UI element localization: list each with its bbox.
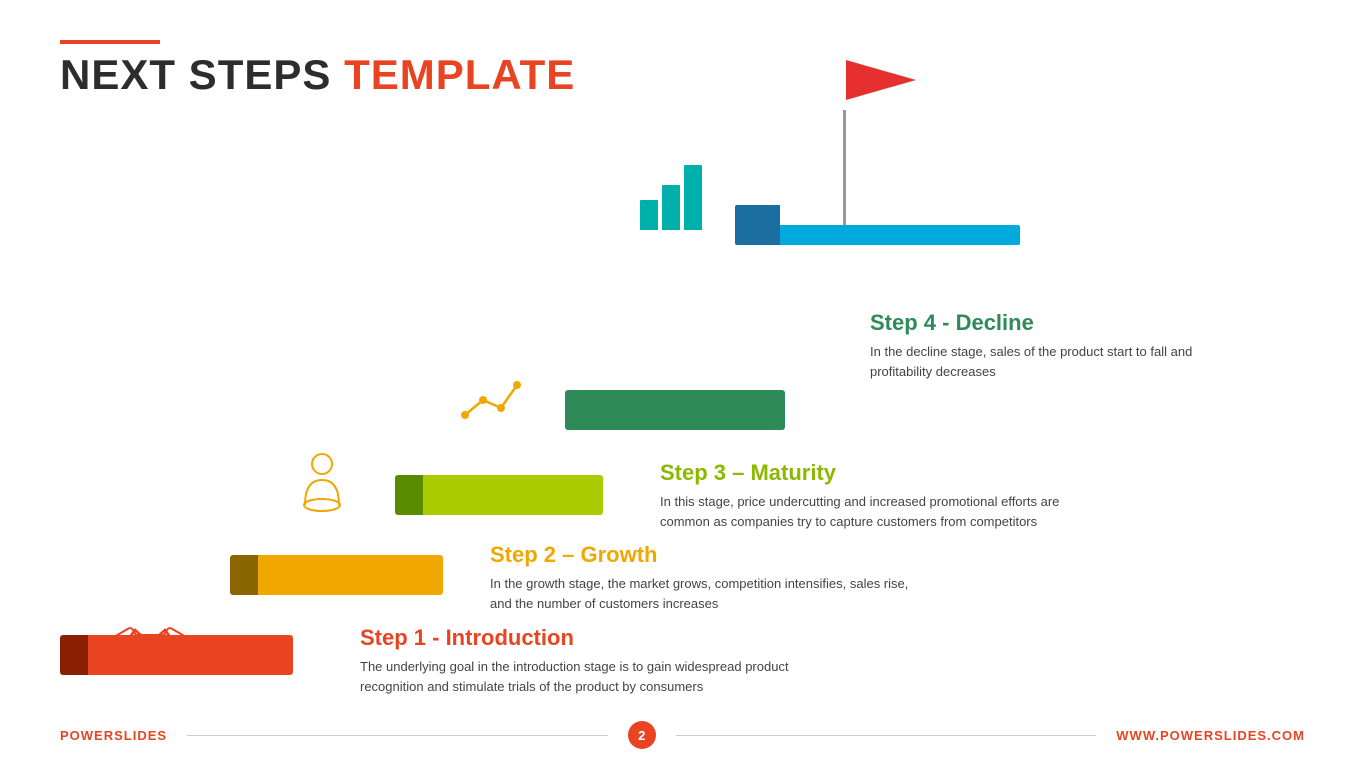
brand-black: POWER — [60, 728, 114, 743]
step2-bar-accent — [230, 555, 258, 595]
flag-icon — [846, 60, 926, 120]
podium-main — [780, 225, 1020, 245]
step1-bar-accent — [60, 635, 88, 675]
page-container: NEXT STEPS TEMPLATE — [0, 0, 1365, 767]
flag-pole — [843, 110, 846, 225]
podium-left — [735, 205, 780, 245]
step4-podium-flag — [735, 205, 1020, 245]
step2-description: In the growth stage, the market grows, c… — [490, 574, 920, 613]
step1-bar-main — [88, 635, 293, 675]
step2-icon — [295, 450, 350, 525]
header-line-decoration — [60, 40, 160, 44]
footer-brand: POWERSLIDES — [60, 728, 167, 743]
page-title: NEXT STEPS TEMPLATE — [60, 54, 575, 96]
step1-bar-row — [60, 635, 293, 675]
title-red: TEMPLATE — [344, 51, 575, 98]
step3-title: Step 3 – Maturity — [660, 460, 1090, 486]
step1-content: Step 1 - Introduction The underlying goa… — [360, 625, 790, 696]
step2-bar-main — [258, 555, 443, 595]
podium — [735, 205, 1020, 245]
step4-icon-area — [640, 165, 702, 230]
step2-content: Step 2 – Growth In the growth stage, the… — [490, 542, 920, 613]
step4-bar-row — [565, 390, 785, 430]
bar-chart-icon — [640, 165, 702, 230]
brand-red: SLIDES — [114, 728, 167, 743]
step3-bar-row — [395, 475, 603, 515]
step3-content: Step 3 – Maturity In this stage, price u… — [660, 460, 1090, 531]
step3-icon — [455, 370, 525, 435]
step4-title: Step 4 - Decline — [870, 310, 1250, 336]
main-content: Step 4 - Decline In the decline stage, s… — [0, 155, 1365, 717]
step3-description: In this stage, price undercutting and in… — [660, 492, 1090, 531]
step4-bar — [565, 390, 785, 430]
footer-page-badge: 2 — [628, 721, 656, 749]
footer-website: WWW.POWERSLIDES.COM — [1116, 728, 1305, 743]
title-black: NEXT STEPS — [60, 51, 331, 98]
step1-title: Step 1 - Introduction — [360, 625, 790, 651]
footer: POWERSLIDES 2 WWW.POWERSLIDES.COM — [0, 721, 1365, 749]
step3-bar-main — [423, 475, 603, 515]
header: NEXT STEPS TEMPLATE — [60, 40, 575, 96]
step2-title: Step 2 – Growth — [490, 542, 920, 568]
footer-line-left — [187, 735, 608, 736]
step3-bar-accent — [395, 475, 423, 515]
footer-line-right — [676, 735, 1097, 736]
step4-description: In the decline stage, sales of the produ… — [870, 342, 1250, 381]
step2-bar-row — [230, 555, 443, 595]
step1-description: The underlying goal in the introduction … — [360, 657, 790, 696]
step4-content: Step 4 - Decline In the decline stage, s… — [870, 310, 1250, 381]
